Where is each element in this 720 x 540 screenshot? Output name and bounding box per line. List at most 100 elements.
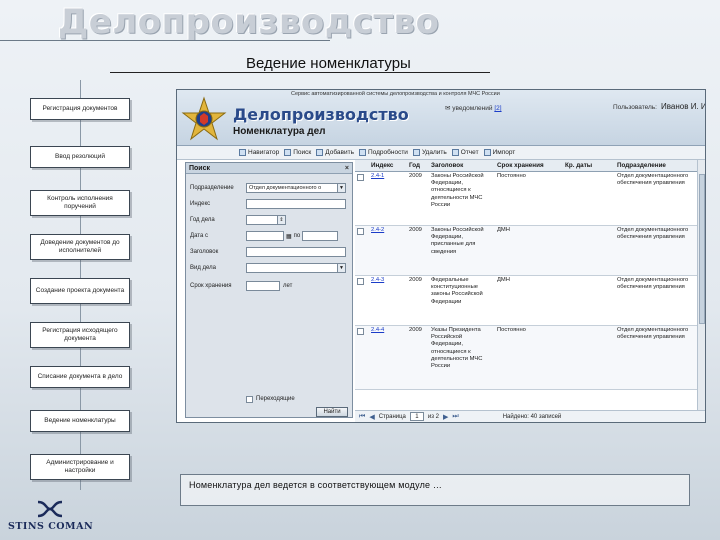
row-select-cell xyxy=(355,326,369,389)
search-input[interactable] xyxy=(246,199,346,209)
index-link[interactable]: 2.4-1 xyxy=(371,173,384,179)
column-header[interactable]: Год xyxy=(407,161,429,170)
column-header[interactable]: Кр. даты xyxy=(563,161,615,170)
cell-index: 2.4-2 xyxy=(369,226,407,275)
row-checkbox[interactable] xyxy=(357,278,364,285)
search-select[interactable] xyxy=(246,263,338,273)
toolbar-button[interactable]: Подробности xyxy=(358,149,408,156)
next-page-icon[interactable]: ▶ xyxy=(443,413,448,421)
toolbar-button[interactable]: Поиск xyxy=(284,149,311,156)
cell-year: 2009 xyxy=(409,277,422,283)
row-checkbox[interactable] xyxy=(357,174,364,181)
row-select-cell xyxy=(355,226,369,275)
transitional-checkbox-label: Переходящие xyxy=(256,396,295,402)
notifications[interactable]: ✉ уведомлений [2] xyxy=(445,104,502,112)
toolbar-button[interactable]: Добавить xyxy=(316,149,354,156)
flow-step: Контроль исполнения поручений xyxy=(30,190,130,216)
column-header[interactable]: Заголовок xyxy=(429,161,495,170)
cell-dept: Отдел документационного обеспечения упра… xyxy=(617,173,689,187)
toolbar-button[interactable]: Импорт xyxy=(483,149,516,156)
table-row[interactable]: 2.4-1 2009 Законы Российской Федерации, от… xyxy=(355,172,697,226)
table-row[interactable]: 2.4-3 2009 Федеральные конституционные зак… xyxy=(355,276,697,326)
cell-title: Федеральные конституционные законы Росси… xyxy=(431,277,483,305)
transitional-checkbox-row[interactable]: Переходящие xyxy=(190,395,295,403)
date-to-input[interactable] xyxy=(302,231,339,241)
table-row[interactable]: 2.4-2 2009 Законы Российской Федерации, пр… xyxy=(355,226,697,276)
row-checkbox[interactable] xyxy=(357,328,364,335)
find-button[interactable]: Найти xyxy=(316,407,348,417)
column-header[interactable]: Подразделение xyxy=(615,161,697,170)
search-select[interactable]: Отдел документационного о xyxy=(246,183,338,193)
cell-dates xyxy=(563,226,615,275)
search-field-row: Вид дела ▼ xyxy=(190,263,346,273)
cell-title: Законы Российской Федерации, присланные … xyxy=(431,227,484,255)
column-header[interactable]: Индекс xyxy=(369,161,407,170)
search-panel-title: Поиск xyxy=(189,164,211,172)
toolbar-button-label: Импорт xyxy=(492,149,516,156)
cell-term: Постоянно xyxy=(497,173,526,179)
first-page-icon[interactable]: ⏮ xyxy=(359,413,365,421)
index-link[interactable]: 2.4-2 xyxy=(371,227,384,233)
date-from-input[interactable] xyxy=(246,231,284,241)
cell-title: Законы Российской Федерации, относящиеся… xyxy=(431,173,484,208)
column-header[interactable]: Срок хранения xyxy=(495,161,563,170)
system-title: Сервис автоматизированной системы делопр… xyxy=(291,91,500,97)
notifications-count[interactable]: [2] xyxy=(494,105,501,112)
calendar-icon[interactable]: ▦ xyxy=(286,233,292,240)
flow-step: Регистрация документов xyxy=(30,98,130,120)
column-header[interactable] xyxy=(355,165,369,167)
toolbar-button[interactable]: Навигатор xyxy=(239,149,279,156)
user-name: Иванов И. И. xyxy=(661,102,706,111)
spinner-arrows-icon[interactable]: ⇕ xyxy=(278,215,286,225)
slide-title: Делопроизводство xyxy=(58,2,440,42)
search-field-row: Дата с ▦ по xyxy=(190,231,339,241)
cell-dates xyxy=(563,326,615,389)
search-panel: Поиск × Подразделение Отдел документацион… xyxy=(185,162,353,418)
toolbar-button-label: Навигатор xyxy=(248,149,280,156)
chevron-down-icon[interactable]: ▼ xyxy=(338,263,346,273)
user-label: Пользователь: xyxy=(613,104,657,111)
toolbar-button-label: Удалить xyxy=(421,149,447,156)
cell-dept: Отдел документационного обеспечения упра… xyxy=(617,227,689,241)
last-page-icon[interactable]: ⏭ xyxy=(452,413,458,421)
index-link[interactable]: 2.4-3 xyxy=(371,277,384,283)
scrollbar-thumb[interactable] xyxy=(699,174,705,324)
search-field-label: Срок хранения xyxy=(190,283,232,289)
cell-title: Указы Президента Российской Федерации, о… xyxy=(431,327,483,370)
flow-step: Доведение документов до исполнителей xyxy=(30,234,130,260)
year-spinner[interactable] xyxy=(246,215,278,225)
storage-term-input[interactable] xyxy=(246,281,280,291)
pager: ⏮ ◀ Страница 1 из 2 ▶ ⏭ Найдено: 40 запи… xyxy=(355,410,705,422)
cell-dept: Отдел документационного обеспечения упра… xyxy=(617,277,689,291)
toolbar-button-label: Подробности xyxy=(367,149,408,156)
chevron-down-icon[interactable]: ▼ xyxy=(338,183,346,193)
table-row[interactable]: 2.4-4 2009 Указы Президента Российской Фед… xyxy=(355,326,697,390)
row-checkbox[interactable] xyxy=(357,228,364,235)
close-icon[interactable]: × xyxy=(345,165,349,172)
table-scrollbar[interactable] xyxy=(697,160,705,410)
module-title: Номенклатура дел xyxy=(233,126,326,137)
toolbar-button-label: Поиск xyxy=(293,149,312,156)
page-input[interactable]: 1 xyxy=(409,412,424,421)
transitional-checkbox[interactable] xyxy=(246,396,253,403)
toolbar-icon xyxy=(239,149,246,156)
index-link[interactable]: 2.4-4 xyxy=(371,327,384,333)
mail-icon: ✉ xyxy=(445,105,451,112)
row-select-cell xyxy=(355,276,369,325)
prev-page-icon[interactable]: ◀ xyxy=(369,413,374,421)
toolbar-button[interactable]: Удалить xyxy=(412,149,447,156)
flow-step: Создание проекта документа xyxy=(30,278,130,304)
toolbar-button[interactable]: Отчет xyxy=(451,149,479,156)
search-panel-header: Поиск × xyxy=(186,163,352,174)
cell-dates xyxy=(563,172,615,225)
cell-year: 2009 xyxy=(409,327,422,333)
date-to-label: по xyxy=(293,233,301,239)
flow-step: Ввод резолюций xyxy=(30,146,130,168)
records-found: Найдено: 40 записей xyxy=(502,413,562,420)
toolbar-icon xyxy=(412,149,420,156)
cell-year: 2009 xyxy=(409,173,422,179)
flow-step: Администрирование и настройки xyxy=(30,454,130,480)
page-label: Страница xyxy=(378,413,406,420)
search-input[interactable] xyxy=(246,247,346,257)
toolbar-icon xyxy=(483,149,491,156)
